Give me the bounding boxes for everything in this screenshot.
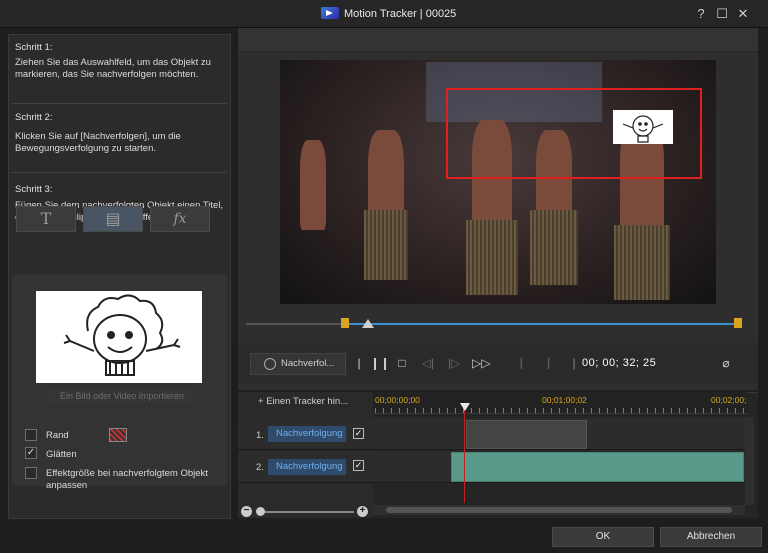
cartoon-face-drawing xyxy=(622,115,664,143)
track-name[interactable]: Nachverfolgung xyxy=(268,459,346,475)
step-back-icon[interactable]: ◁| xyxy=(420,355,436,371)
grass-skirt xyxy=(530,210,578,285)
cartoon-face-drawing xyxy=(63,294,181,376)
crosshair-icon xyxy=(264,358,276,370)
border-color-picker[interactable] xyxy=(109,428,127,442)
help-icon[interactable]: ? xyxy=(693,6,709,22)
ruler-label: 00;02;00; xyxy=(711,395,747,405)
add-tracker-button[interactable]: + Einen Tracker hin... xyxy=(258,396,348,407)
previous-frame-icon[interactable]: | xyxy=(351,355,367,371)
resize-effect-label: Effektgröße bei nachverfolgtem Objekt an… xyxy=(46,468,208,491)
divider xyxy=(12,172,227,173)
step-2-text: Klicken Sie auf [Nachverfolgen], um die … xyxy=(15,131,181,154)
app-icon xyxy=(321,7,339,19)
smooth-label: Glätten xyxy=(46,449,77,460)
playhead-handle[interactable] xyxy=(460,403,470,411)
import-media-button[interactable]: Ein Bild oder Video importieren xyxy=(46,389,198,403)
step-1-text: Ziehen Sie das Auswahlfeld, um das Objek… xyxy=(15,57,211,80)
playhead-handle[interactable] xyxy=(362,319,374,328)
mark-in-icon[interactable]: ⌊ xyxy=(514,355,530,371)
grass-skirt xyxy=(614,225,670,300)
divider: | xyxy=(572,356,576,370)
zoom-slider[interactable] xyxy=(258,511,354,513)
grass-skirt xyxy=(364,210,408,280)
scrollbar-thumb[interactable] xyxy=(386,507,732,513)
resize-effect-checkbox[interactable] xyxy=(25,467,37,479)
maximize-icon[interactable]: ☐ xyxy=(714,6,730,22)
pause-icon[interactable]: ❙❙ xyxy=(370,355,390,371)
ok-button[interactable]: OK xyxy=(552,527,654,547)
zoom-out-icon[interactable]: − xyxy=(241,506,252,517)
timeline-playhead[interactable] xyxy=(464,408,465,503)
track-number: 1. xyxy=(256,430,264,441)
window-title: Motion Tracker | 00025 xyxy=(344,8,457,20)
tracking-range xyxy=(345,323,738,325)
grass-skirt xyxy=(466,220,518,295)
add-media-button[interactable]: ▤ xyxy=(83,206,143,232)
stop-icon[interactable]: □ xyxy=(394,355,410,371)
add-effect-button[interactable]: fx xyxy=(150,206,210,232)
mark-out-icon[interactable]: ⌋ xyxy=(540,355,556,371)
cancel-button[interactable]: Abbrechen xyxy=(660,527,762,547)
add-tracker-label: Einen Tracker hin... xyxy=(266,396,349,407)
step-3-title: Schritt 3: xyxy=(15,184,53,195)
tracked-overlay-image[interactable] xyxy=(613,110,673,144)
smooth-checkbox[interactable]: ✓ xyxy=(25,447,37,459)
add-title-button[interactable]: T xyxy=(16,206,76,232)
vertical-scrollbar[interactable] xyxy=(745,417,754,505)
close-icon[interactable]: ✕ xyxy=(735,6,751,22)
range-end-marker[interactable] xyxy=(734,318,742,328)
step-1-title: Schritt 1: xyxy=(15,42,53,53)
ruler-label: 00;01;00;02 xyxy=(542,395,587,405)
ruler-label: 00;00;00;00 xyxy=(375,395,420,405)
range-start-marker[interactable] xyxy=(341,318,349,328)
track-number: 2. xyxy=(256,462,264,473)
timecode-display: 00; 00; 32; 25 xyxy=(582,357,657,369)
plus-icon: + xyxy=(258,396,267,407)
step-2-title: Schritt 2: xyxy=(15,112,53,123)
divider xyxy=(12,103,227,104)
preview-header xyxy=(238,28,758,52)
step-forward-icon[interactable]: |▷ xyxy=(446,355,462,371)
track-name[interactable]: Nachverfolgung xyxy=(268,426,346,442)
tracker-clip[interactable] xyxy=(466,420,587,449)
preview-image xyxy=(36,291,202,383)
border-label: Rand xyxy=(46,430,69,441)
fast-forward-icon[interactable]: ▷▷ xyxy=(472,355,490,371)
tracker-clip[interactable] xyxy=(451,452,744,482)
ruler-ticks xyxy=(375,408,745,413)
zoom-in-icon[interactable]: + xyxy=(357,506,368,517)
track-visibility-checkbox[interactable]: ✓ xyxy=(353,460,364,471)
hide-overlay-icon[interactable]: ⌀ xyxy=(718,355,734,371)
dancer xyxy=(300,140,326,230)
track-visibility-checkbox[interactable]: ✓ xyxy=(353,428,364,439)
border-checkbox[interactable] xyxy=(25,429,37,441)
zoom-slider-handle[interactable] xyxy=(256,507,265,516)
